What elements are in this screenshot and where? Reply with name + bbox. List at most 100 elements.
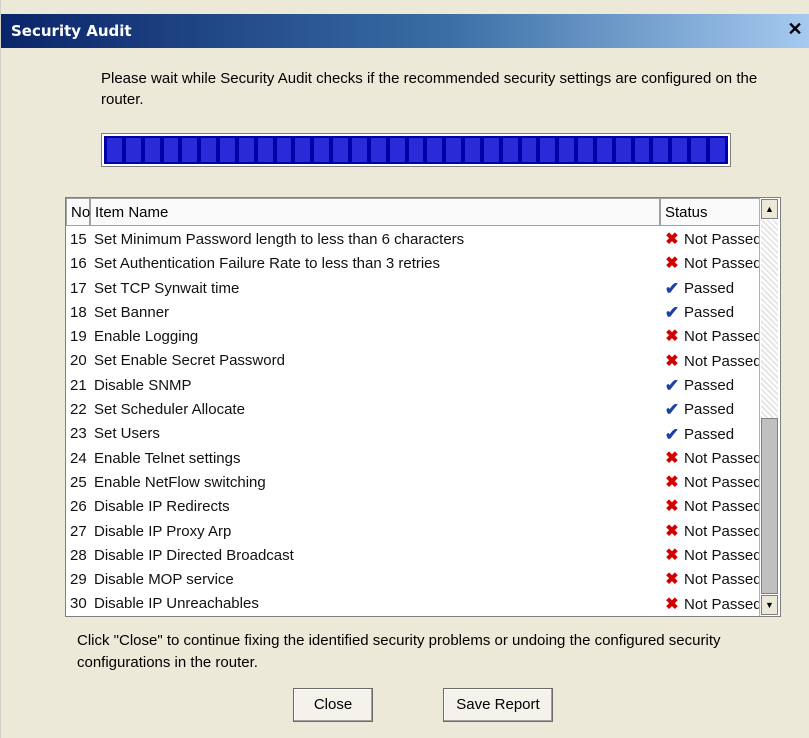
- table-row[interactable]: 26 Disable IP Redirects ✖ Not Passed: [66, 495, 776, 519]
- scroll-down-button[interactable]: ▼: [761, 595, 778, 615]
- status-label: Not Passed: [684, 255, 762, 273]
- x-mark-icon: ✖: [665, 571, 679, 589]
- progress-segment: [125, 138, 141, 162]
- table-row[interactable]: 23 Set Users ✔ Passed: [66, 422, 776, 446]
- x-mark-icon: ✖: [665, 352, 679, 370]
- table-row[interactable]: 30 Disable IP Unreachables ✖ Not Passed: [66, 592, 776, 616]
- x-mark-icon: ✖: [665, 595, 679, 613]
- status-label: Not Passed: [684, 231, 762, 249]
- scroll-thumb[interactable]: [761, 418, 778, 594]
- progress-segment: [653, 138, 669, 162]
- progress-segment: [220, 138, 235, 162]
- row-number: 20: [70, 352, 87, 370]
- progress-segment: [615, 138, 631, 162]
- progress-segment: [314, 138, 330, 162]
- row-item-name: Disable MOP service: [94, 571, 234, 589]
- row-item-name: Enable Telnet settings: [94, 449, 241, 467]
- row-item-name: Disable IP Proxy Arp: [94, 522, 232, 540]
- status-label: Not Passed: [684, 474, 762, 492]
- progress-segment: [634, 138, 650, 162]
- row-number: 19: [70, 328, 87, 346]
- x-mark-icon: ✖: [665, 231, 679, 249]
- progress-segment: [408, 138, 424, 162]
- progress-segment: [144, 138, 160, 162]
- row-item-name: Disable IP Directed Broadcast: [94, 546, 294, 564]
- table-rows: 15 Set Minimum Password length to less th…: [66, 228, 776, 617]
- progress-bar: [101, 133, 731, 167]
- row-item-name: Set Scheduler Allocate: [94, 401, 245, 419]
- status-label: Passed: [684, 376, 735, 394]
- progress-segment: [596, 138, 612, 162]
- row-item-name: Set TCP Synwait time: [94, 279, 240, 297]
- row-number: 30: [70, 595, 87, 613]
- progress-segment: [163, 138, 179, 162]
- status-label: Not Passed: [684, 328, 762, 346]
- row-number: 17: [70, 279, 87, 297]
- x-mark-icon: ✖: [665, 328, 679, 346]
- x-mark-icon: ✖: [665, 522, 679, 540]
- save-report-button[interactable]: Save Report: [443, 688, 553, 722]
- row-item-name: Disable IP Redirects: [94, 498, 230, 516]
- table-row[interactable]: 21 Disable SNMP ✔ Passed: [66, 374, 776, 398]
- x-mark-icon: ✖: [665, 474, 679, 492]
- status-label: Passed: [684, 304, 735, 322]
- intro-text: Please wait while Security Audit checks …: [101, 70, 758, 108]
- status-label: Not Passed: [684, 571, 762, 589]
- table-row[interactable]: 27 Disable IP Proxy Arp ✖ Not Passed: [66, 520, 776, 544]
- close-icon[interactable]: ✕: [786, 19, 804, 39]
- checkmark-icon: ✔: [664, 303, 680, 323]
- progress-segment: [710, 138, 725, 162]
- row-number: 26: [70, 498, 87, 516]
- table-row[interactable]: 25 Enable NetFlow switching ✖ Not Passed: [66, 471, 776, 495]
- row-item-name: Set Minimum Password length to less than…: [94, 231, 465, 248]
- progress-segment: [427, 138, 443, 162]
- checkmark-icon: ✔: [664, 424, 680, 444]
- checkmark-icon: ✔: [664, 375, 680, 395]
- progress-segment: [691, 138, 706, 162]
- row-item-name: Set Banner: [94, 303, 170, 321]
- progress-segment: [276, 138, 292, 162]
- table-row[interactable]: 19 Enable Logging ✖ Not Passed: [66, 325, 776, 349]
- row-item-name: Disable SNMP: [94, 376, 192, 394]
- progress-segment: [578, 138, 593, 162]
- status-label: Passed: [684, 279, 735, 297]
- table-row[interactable]: 20 Set Enable Secret Password ✖ Not Passed: [66, 349, 776, 373]
- progress-segment: [257, 138, 273, 162]
- progress-segment: [295, 138, 311, 162]
- table-row[interactable]: 24 Enable Telnet settings ✖ Not Passed: [66, 447, 776, 471]
- table-row[interactable]: 18 Set Banner ✔ Passed: [66, 301, 776, 325]
- status-label: Passed: [684, 425, 735, 443]
- status-label: Passed: [684, 401, 735, 419]
- row-number: 29: [70, 571, 87, 589]
- table-row[interactable]: 15 Set Minimum Password length to less th…: [66, 228, 776, 252]
- footer-instructions: Click "Close" to continue fixing the ide…: [77, 632, 721, 671]
- progress-segment: [559, 138, 575, 162]
- column-header-item-name[interactable]: Item Name: [90, 198, 660, 226]
- column-header-no[interactable]: No: [66, 198, 90, 226]
- table-row[interactable]: 17 Set TCP Synwait time ✔ Passed: [66, 277, 776, 301]
- vertical-scrollbar[interactable]: ▲ ▼: [759, 198, 780, 616]
- row-number: 24: [70, 449, 87, 467]
- table-row[interactable]: 28 Disable IP Directed Broadcast ✖ Not Pass…: [66, 544, 776, 568]
- progress-segment: [446, 138, 462, 162]
- table-header: No Item Name Status: [66, 198, 776, 228]
- x-mark-icon: ✖: [665, 449, 679, 467]
- row-item-name: Enable Logging: [94, 328, 199, 346]
- progress-segment: [465, 138, 480, 162]
- scroll-up-button[interactable]: ▲: [761, 199, 778, 219]
- row-item-name: Disable IP Unreachables: [94, 595, 259, 613]
- progress-segment: [540, 138, 556, 162]
- row-number: 16: [70, 255, 87, 273]
- row-number: 21: [70, 376, 87, 394]
- checkmark-icon: ✔: [664, 278, 680, 298]
- row-number: 15: [70, 231, 87, 248]
- progress-segment: [182, 138, 198, 162]
- close-button[interactable]: Close: [293, 688, 373, 722]
- audit-table: No Item Name Status 15 Set Minimum Passwo…: [65, 197, 781, 617]
- table-row[interactable]: 22 Set Scheduler Allocate ✔ Passed: [66, 398, 776, 422]
- progress-segment: [672, 138, 688, 162]
- row-item-name: Set Authentication Failure Rate to less …: [94, 255, 441, 273]
- table-row[interactable]: 29 Disable MOP service ✖ Not Passed: [66, 568, 776, 592]
- row-item-name: Enable NetFlow switching: [94, 473, 266, 491]
- table-row[interactable]: 16 Set Authentication Failure Rate to les…: [66, 252, 776, 276]
